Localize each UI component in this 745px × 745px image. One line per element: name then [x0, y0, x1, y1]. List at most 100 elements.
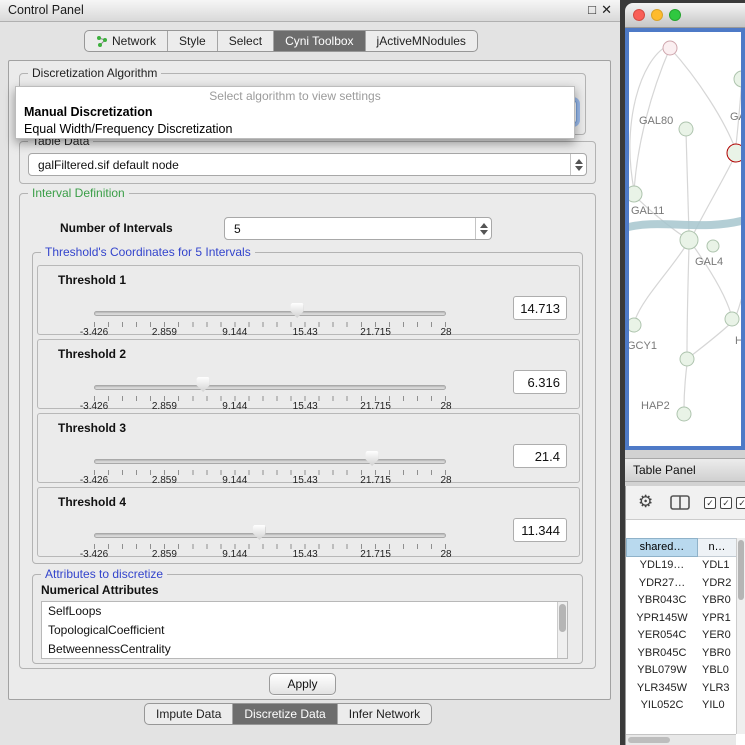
network-node-gal11[interactable] [629, 186, 642, 202]
cell-name: YBR0 [698, 592, 737, 610]
dropdown-placeholder: Select algorithm to view settings [16, 87, 574, 104]
scrollbar-thumb[interactable] [738, 540, 744, 600]
network-node-hap2[interactable] [677, 407, 691, 421]
network-node-gal80[interactable] [679, 122, 693, 136]
cell-shared-name: YIL052C [626, 697, 698, 715]
network-node[interactable] [707, 240, 719, 252]
tab-impute-data[interactable]: Impute Data [145, 704, 233, 724]
scrollbar-thumb[interactable] [628, 737, 670, 743]
tab-cyni-toolbox[interactable]: Cyni Toolbox [274, 31, 365, 51]
table-row[interactable]: YDR27… YDR2 [626, 575, 737, 593]
bottom-tab-bar: Impute Data Discretize Data Infer Networ… [144, 703, 432, 725]
table-panel-header[interactable]: Table Panel [625, 458, 745, 482]
list-item[interactable]: SelfLoops [42, 602, 567, 621]
slider-tick-labels: -3.426 2.859 9.144 15.43 21.715 28 [94, 475, 446, 487]
slider-track [94, 385, 446, 390]
tick-label: 21.715 [360, 549, 391, 560]
slider-track [94, 459, 446, 464]
threshold-value-field[interactable] [513, 296, 567, 320]
network-node[interactable] [663, 41, 677, 55]
tab-network[interactable]: Network [85, 31, 168, 51]
highlighted-edge[interactable] [629, 220, 741, 228]
tick-label: -3.426 [80, 549, 108, 560]
network-node-gal4[interactable] [680, 231, 698, 249]
network-tab-icon [96, 35, 108, 47]
network-window-titlebar[interactable] [625, 3, 745, 28]
column-header-shared-name[interactable]: shared… [626, 538, 698, 557]
tick-label: 15.43 [293, 549, 318, 560]
tab-label: Infer Network [349, 707, 420, 721]
threshold-slider[interactable]: -3.426 2.859 9.144 15.43 21.715 28 [94, 524, 446, 558]
threshold-slider[interactable]: -3.426 2.859 9.144 15.43 21.715 28 [94, 376, 446, 410]
network-node[interactable] [725, 312, 739, 326]
attributes-group: Attributes to discretize Numerical Attri… [32, 574, 583, 664]
select-none-checkbox-icon[interactable]: ✓ [720, 497, 732, 509]
zoom-traffic-light-icon[interactable] [669, 9, 681, 21]
table-body: YDL19… YDL1 YDR27… YDR2 YBR043C YBR0 YPR… [626, 557, 737, 715]
tick-label: 28 [440, 475, 451, 486]
tick-label: 2.859 [152, 401, 177, 412]
close-icon[interactable]: ✕ [601, 2, 612, 18]
threshold-label: Threshold 3 [58, 421, 126, 435]
cell-shared-name: YBR045C [626, 645, 698, 663]
tab-select[interactable]: Select [218, 31, 274, 51]
tab-infer-network[interactable]: Infer Network [338, 704, 431, 724]
cyni-toolbox-content: Discretization Algorithm Select algorith… [8, 60, 611, 700]
cell-name: YLR3 [698, 680, 737, 698]
tab-style[interactable]: Style [168, 31, 218, 51]
column-header-name[interactable]: n… [698, 538, 737, 557]
table-horizontal-scrollbar[interactable] [626, 734, 736, 745]
tab-discretize-data[interactable]: Discretize Data [233, 704, 337, 724]
table-data-group: Table Data galFiltered.sif default node [19, 141, 596, 184]
threshold-panel-3: Threshold 3 -3.426 2.859 9.144 15.43 21.… [37, 413, 580, 483]
table-row[interactable]: YIL052C YIL0 [626, 697, 737, 715]
network-view-canvas[interactable]: GAL80 GA GAL11 GAL4 GCY1 H HAP2 [625, 28, 745, 450]
cell-name: YPR1 [698, 610, 737, 628]
tick-label: -3.426 [80, 401, 108, 412]
threshold-value-field[interactable] [513, 518, 567, 542]
threshold-slider[interactable]: -3.426 2.859 9.144 15.43 21.715 28 [94, 302, 446, 336]
list-item[interactable]: BetweennessCentrality [42, 640, 567, 659]
combo-text: 5 [225, 222, 475, 236]
dropdown-option-equal-width[interactable]: Equal Width/Frequency Discretization [16, 121, 574, 138]
table-row[interactable]: YBR045C YBR0 [626, 645, 737, 663]
minimize-traffic-light-icon[interactable] [651, 9, 663, 21]
node-label-gal11: GAL11 [631, 205, 664, 217]
threshold-value-field[interactable] [513, 370, 567, 394]
threshold-panel-1: Threshold 1 -3.426 2.859 9.144 15.43 21.… [37, 265, 580, 335]
dropdown-option-manual[interactable]: Manual Discretization [16, 104, 574, 121]
table-row[interactable]: YDL19… YDL1 [626, 557, 737, 575]
selected-red-node[interactable] [727, 144, 741, 162]
top-tab-bar: Network Style Select Cyni Toolbox jActiv… [84, 30, 478, 52]
table-row[interactable]: YPR145W YPR1 [626, 610, 737, 628]
list-item[interactable]: TopologicalCoefficient [42, 621, 567, 640]
restore-icon[interactable]: □ [588, 2, 596, 17]
select-all-checkbox-icon[interactable]: ✓ [704, 497, 716, 509]
close-traffic-light-icon[interactable] [633, 9, 645, 21]
tab-jactivemnodules[interactable]: jActiveMNodules [366, 31, 477, 51]
table-row[interactable]: YER054C YER0 [626, 627, 737, 645]
numerical-attributes-list[interactable]: SelfLoops TopologicalCoefficient Between… [41, 601, 568, 659]
node-label-gcy1: GCY1 [629, 340, 657, 352]
table-row[interactable]: YBL079W YBL0 [626, 662, 737, 680]
network-node[interactable] [680, 352, 694, 366]
filter-checkbox-icon[interactable]: ✓ [736, 497, 745, 509]
node-table: ⚙ ✓ ✓ ✓ shared… n… YDL19… YDL1 YD [625, 486, 745, 745]
number-of-intervals-combobox[interactable]: 5 [224, 217, 492, 240]
scrollbar-thumb[interactable] [559, 604, 566, 632]
table-row[interactable]: YLR345W YLR3 [626, 680, 737, 698]
node-label-gal80: GAL80 [639, 115, 673, 127]
table-data-combobox[interactable]: galFiltered.sif default node [28, 153, 587, 176]
list-scrollbar[interactable] [557, 602, 567, 658]
threshold-slider[interactable]: -3.426 2.859 9.144 15.43 21.715 28 [94, 450, 446, 484]
table-vertical-scrollbar[interactable] [736, 538, 745, 734]
network-node[interactable] [734, 71, 741, 87]
table-row[interactable]: YBR043C YBR0 [626, 592, 737, 610]
cell-name: YDR2 [698, 575, 737, 593]
threshold-value-field[interactable] [513, 444, 567, 468]
column-selector-icon[interactable] [670, 495, 690, 510]
gear-icon[interactable]: ⚙ [638, 492, 653, 512]
network-node-gcy1[interactable] [629, 318, 641, 332]
tab-label: Network [112, 34, 156, 48]
apply-button[interactable]: Apply [269, 673, 336, 695]
